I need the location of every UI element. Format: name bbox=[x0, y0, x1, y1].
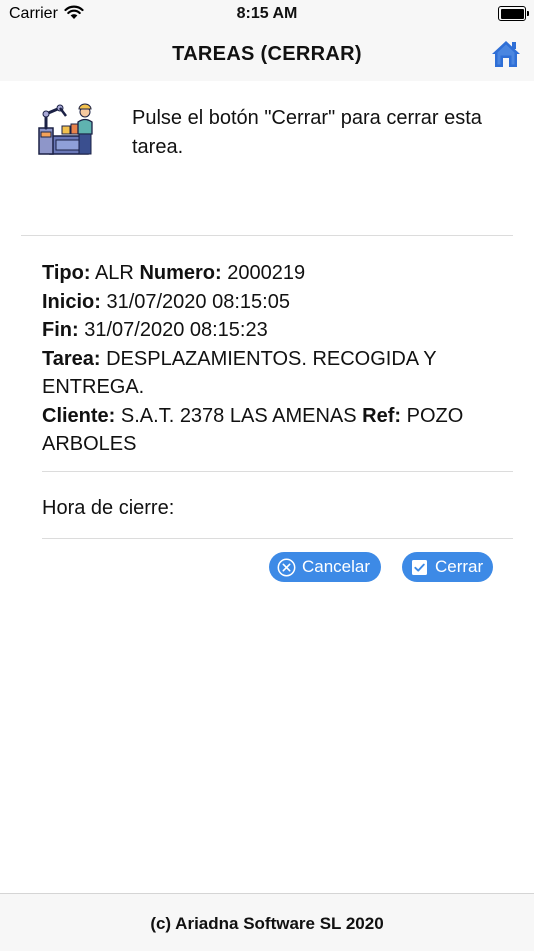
status-time: 8:15 AM bbox=[236, 5, 298, 22]
cancel-button[interactable]: Cancelar bbox=[269, 552, 381, 582]
cancel-button-label: Cancelar bbox=[302, 557, 371, 576]
fin-label: Fin: bbox=[42, 319, 79, 341]
status-bar: Carrier 8:15 AM bbox=[0, 0, 534, 28]
close-time-label: Hora de cierre: bbox=[42, 497, 175, 519]
factory-worker-icon bbox=[38, 103, 93, 155]
cliente-label: Cliente: bbox=[42, 404, 116, 427]
tipo-label: Tipo: bbox=[42, 262, 91, 284]
divider bbox=[21, 235, 513, 236]
close-task-button[interactable]: Cerrar bbox=[402, 552, 493, 582]
footer-copyright: (c) Ariadna Software SL 2020 bbox=[150, 914, 384, 933]
inicio-label: Inicio: bbox=[42, 290, 101, 313]
info-message: Pulse el botón "Cerrar" para cerrar esta… bbox=[132, 107, 482, 158]
navigation-bar: TAREAS (CERRAR) bbox=[0, 28, 534, 81]
footer: (c) Ariadna Software SL 2020 bbox=[0, 893, 534, 951]
x-circle-icon bbox=[277, 558, 296, 576]
task-line-cliente: Cliente: S.A.T. 2378 LAS AMENAS Ref: POZ… bbox=[42, 402, 492, 459]
tarea-label: Tarea: bbox=[42, 347, 101, 370]
home-icon[interactable] bbox=[490, 38, 522, 70]
numero-label: Numero: bbox=[139, 262, 222, 284]
checkbox-icon bbox=[412, 559, 427, 575]
battery-icon bbox=[498, 6, 529, 21]
task-line-tipo: Tipo: ALR Numero: 2000219 bbox=[42, 259, 492, 288]
divider bbox=[42, 471, 513, 472]
close-button-label: Cerrar bbox=[435, 557, 484, 576]
cliente-value: S.A.T. 2378 LAS AMENAS bbox=[120, 404, 357, 427]
inicio-value: 31/07/2020 08:15:05 bbox=[106, 290, 290, 313]
ref-label: Ref: bbox=[362, 404, 402, 427]
page-title: TAREAS (CERRAR) bbox=[172, 43, 362, 65]
task-line-fin: Fin: 31/07/2020 08:15:23 bbox=[42, 316, 492, 345]
task-details: Tipo: ALR Numero: 2000219 Inicio: 31/07/… bbox=[42, 259, 492, 459]
tipo-value: ALR bbox=[94, 262, 134, 284]
tarea-value: DESPLAZAMIENTOS. RECOGIDA Y ENTREGA. bbox=[42, 347, 437, 399]
close-time-field[interactable]: Hora de cierre: bbox=[42, 497, 174, 520]
task-line-inicio: Inicio: 31/07/2020 08:15:05 bbox=[42, 288, 492, 317]
divider bbox=[42, 538, 513, 539]
fin-value: 31/07/2020 08:15:23 bbox=[84, 319, 268, 341]
numero-value: 2000219 bbox=[227, 262, 306, 284]
task-line-tarea: Tarea: DESPLAZAMIENTOS. RECOGIDA Y ENTRE… bbox=[42, 345, 492, 402]
